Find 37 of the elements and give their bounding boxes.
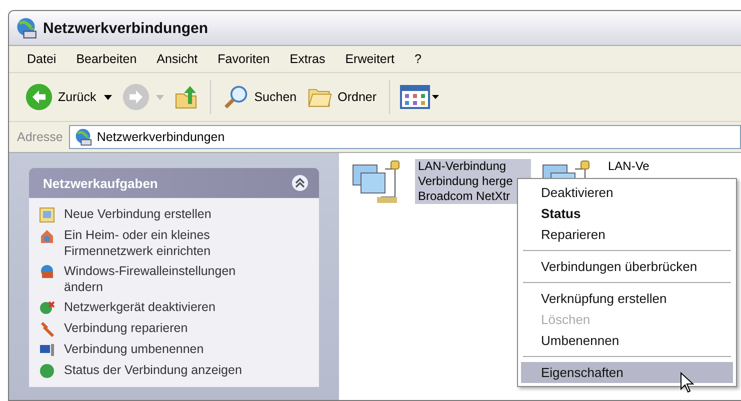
search-button[interactable]: Suchen xyxy=(221,84,299,110)
menu-item[interactable]: Datei xyxy=(17,52,66,66)
panel-title: Netzwerkaufgaben xyxy=(43,176,158,190)
caret-icon[interactable] xyxy=(104,94,112,100)
task-link[interactable]: Neue Verbindung erstellen xyxy=(64,206,212,222)
window-title: Netzwerkverbindungen xyxy=(43,20,208,36)
back-button[interactable]: Zurück xyxy=(23,83,98,111)
context-menu-item[interactable]: Verbindungen überbrücken xyxy=(521,256,733,277)
context-menu-item[interactable]: Status xyxy=(521,203,733,224)
menu-item[interactable]: Extras xyxy=(280,52,336,66)
task-link[interactable]: Verbindung umbenennen xyxy=(64,341,204,357)
globe-x-icon xyxy=(39,300,55,316)
address-field[interactable]: Netzwerkverbindungen xyxy=(68,125,741,149)
monitor-icon xyxy=(39,342,55,358)
brick-globe-icon xyxy=(39,264,55,280)
task-link[interactable]: Verbindung reparieren xyxy=(64,320,188,336)
task-link[interactable]: Ein Heim- oder ein kleines Firmennetzwerk einrichten xyxy=(64,227,211,259)
menu-item[interactable]: Ansicht xyxy=(146,52,208,66)
address-label: Adresse xyxy=(17,130,63,144)
context-menu-item[interactable]: Verknüpfung erstellen xyxy=(521,288,733,309)
search-icon xyxy=(223,84,250,110)
menu-item[interactable]: Erweitert xyxy=(335,52,405,66)
folders-button[interactable]: Ordner xyxy=(304,84,379,110)
menu-item[interactable]: Bearbeiten xyxy=(66,52,147,66)
context-menu-item[interactable]: Reparieren xyxy=(521,224,733,245)
context-menu-item[interactable]: Eigenschaften xyxy=(521,362,733,383)
task-link[interactable]: Netzwerkgerät deaktivieren xyxy=(64,299,216,315)
connection-label[interactable]: LAN-Ve xyxy=(605,159,721,174)
task-link[interactable]: Windows-Firewalleinstellungen ändern xyxy=(64,263,236,295)
menu-item[interactable]: Favoriten xyxy=(208,52,280,66)
menu-item[interactable]: ? xyxy=(404,52,432,66)
house-icon xyxy=(39,228,55,244)
connection-label[interactable]: LAN-Verbindung Verbindung herge Broadcom NetXtr xyxy=(415,159,531,204)
task-link[interactable]: Status der Verbindung anzeigen xyxy=(64,362,242,378)
collapse-chevron-icon[interactable] xyxy=(291,174,309,192)
view-grid-icon[interactable] xyxy=(400,85,440,109)
context-menu-item[interactable]: Umbenennen xyxy=(521,330,733,351)
